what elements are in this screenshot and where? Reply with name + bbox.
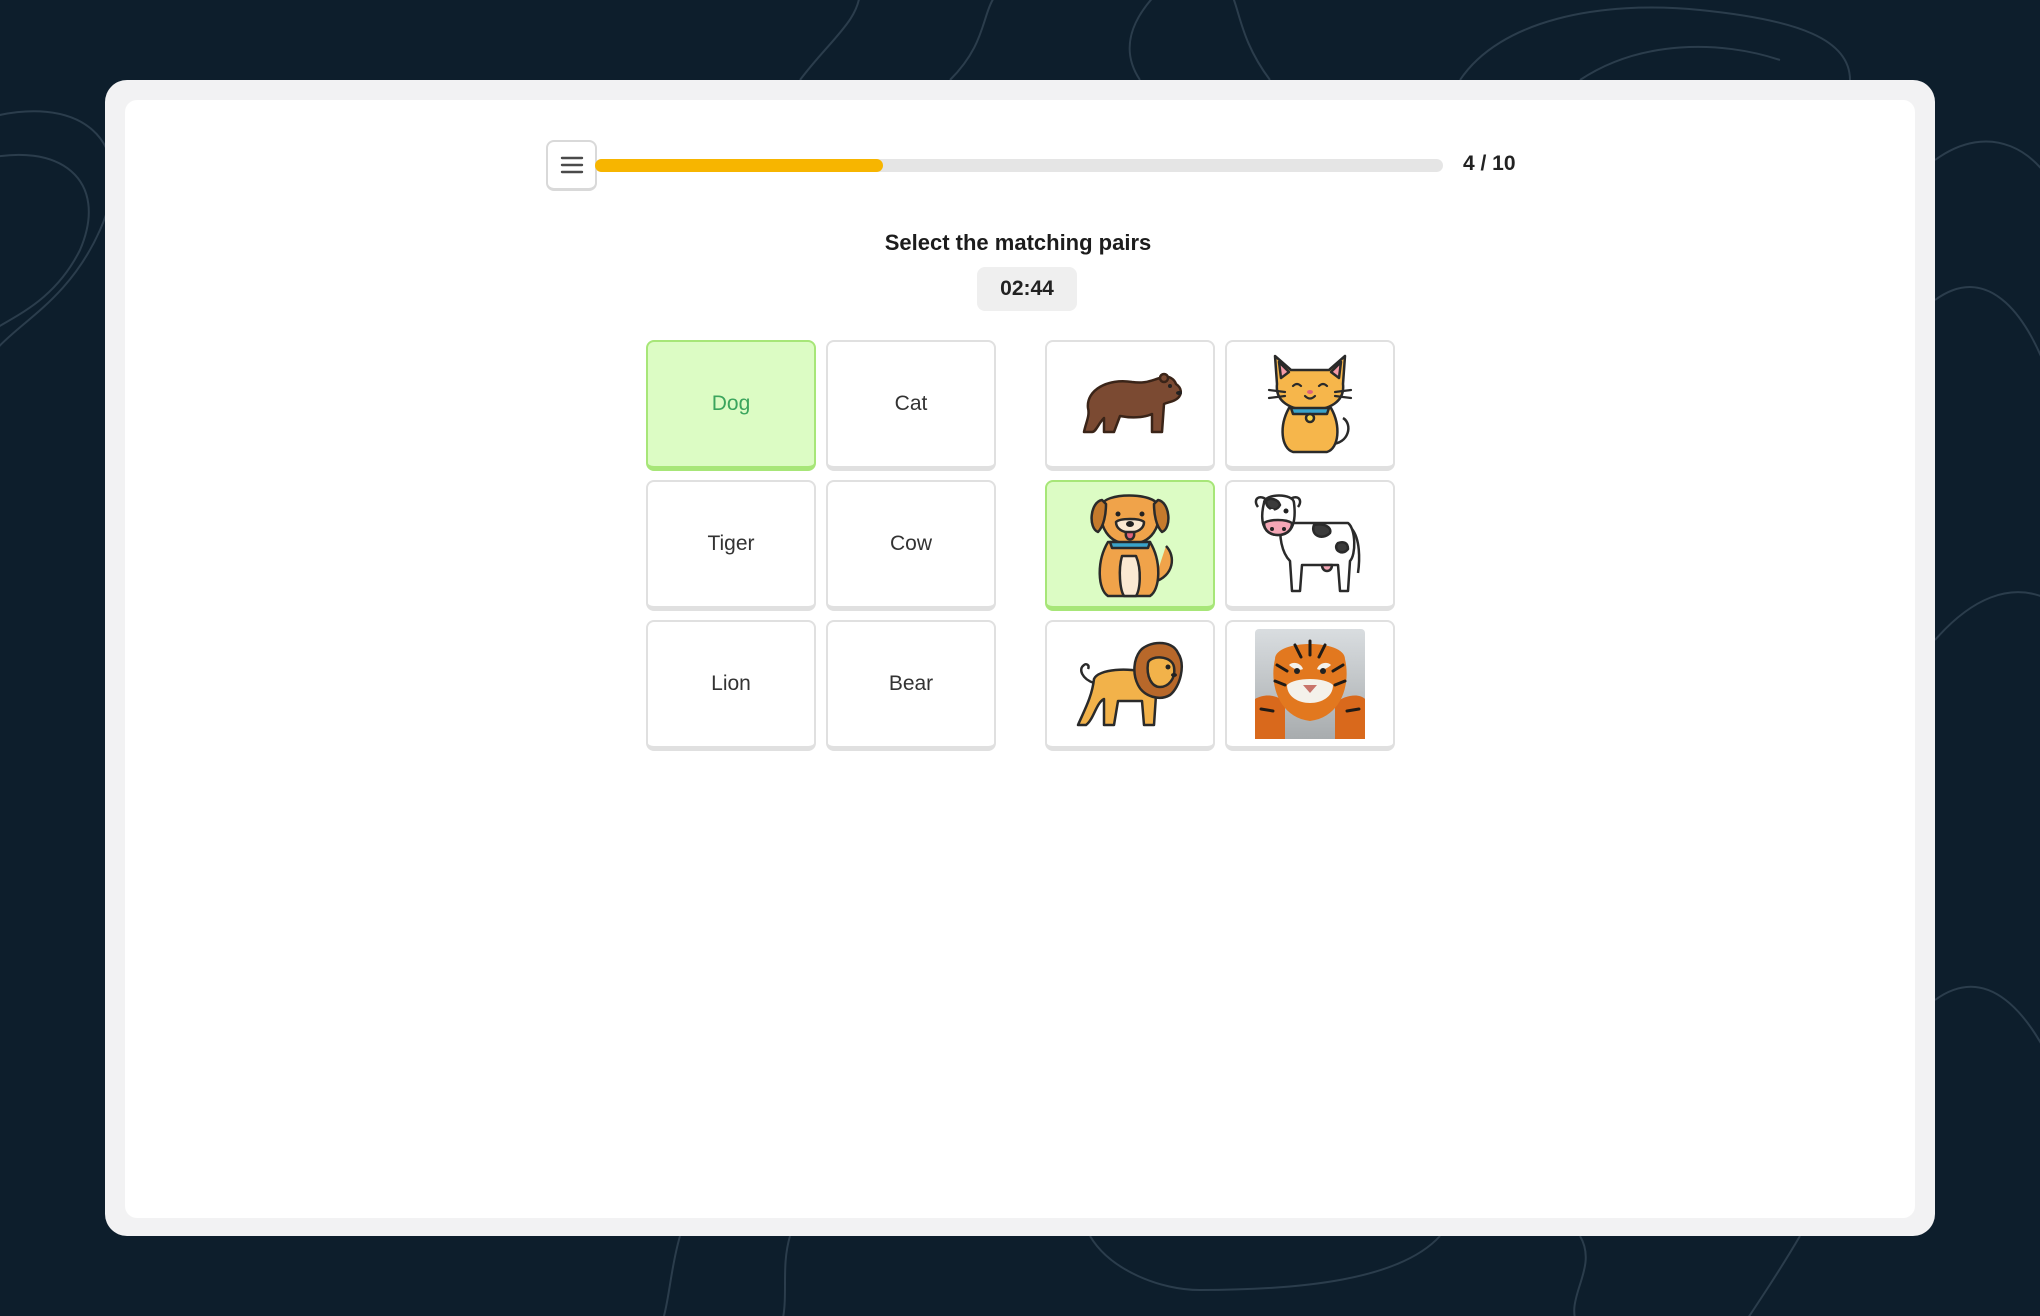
image-tile-tiger[interactable] — [1225, 620, 1395, 751]
image-tile-bear[interactable] — [1045, 340, 1215, 471]
word-tile-bear[interactable]: Bear — [826, 620, 996, 751]
word-tile-cat[interactable]: Cat — [826, 340, 996, 471]
word-tile-dog[interactable]: Dog — [646, 340, 816, 471]
image-tile-lion[interactable] — [1045, 620, 1215, 751]
tiger-photo — [1255, 629, 1365, 739]
hamburger-menu-icon — [560, 156, 583, 174]
word-tile-tiger[interactable]: Tiger — [646, 480, 816, 611]
progress-counter: 4 / 10 — [1463, 152, 1516, 175]
word-tile-cow[interactable]: Cow — [826, 480, 996, 611]
progress-bar — [595, 159, 1443, 172]
lion-icon — [1076, 641, 1183, 727]
dog-icon — [1090, 494, 1174, 598]
countdown-timer: 02:44 — [977, 267, 1077, 311]
quiz-card: 4 / 10 Select the matching pairs 02:44 D… — [125, 100, 1915, 1218]
app-frame: 4 / 10 Select the matching pairs 02:44 D… — [105, 80, 1935, 1236]
question-title: Select the matching pairs — [884, 230, 1152, 255]
progress-bar-fill — [595, 159, 884, 172]
image-tile-dog[interactable] — [1045, 480, 1215, 611]
image-tile-cat[interactable] — [1225, 340, 1395, 471]
menu-button[interactable] — [546, 140, 597, 191]
cow-icon — [1254, 494, 1361, 593]
bear-icon — [1082, 372, 1182, 434]
image-tile-cow[interactable] — [1225, 480, 1395, 611]
word-tile-lion[interactable]: Lion — [646, 620, 816, 751]
cat-icon — [1267, 354, 1353, 454]
